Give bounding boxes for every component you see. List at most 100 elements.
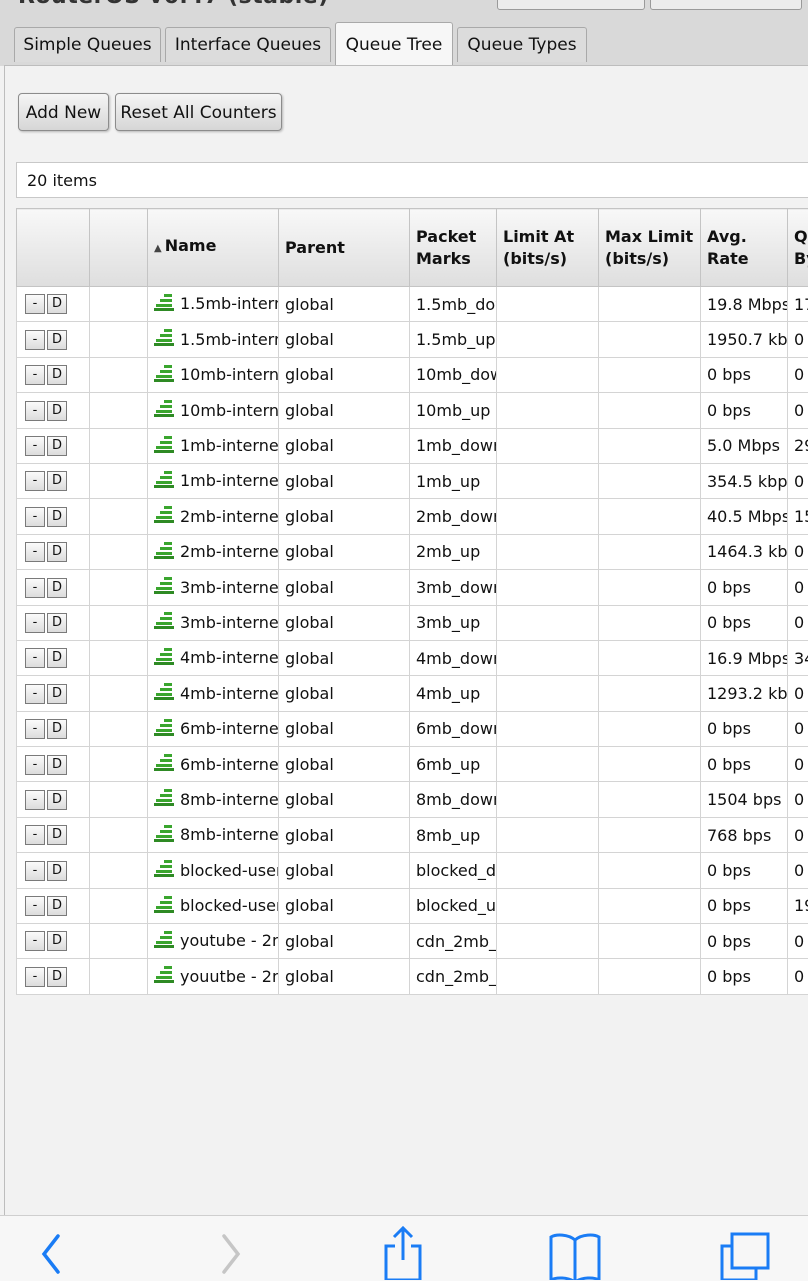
disable-button[interactable]: D (47, 330, 67, 350)
queue-name[interactable]: 4mb-internet (180, 684, 279, 703)
remove-button[interactable]: - (25, 790, 45, 810)
queue-name[interactable]: 1mb-internet (180, 436, 279, 455)
table-row[interactable]: -D1.5mb-internetglobal1.5mb_down19.8 Mbp… (17, 287, 808, 322)
disable-button[interactable]: D (47, 436, 67, 456)
table-row[interactable]: -Dyoutube - 2mbglobalcdn_2mb_down0 bps0 (17, 924, 808, 959)
table-row[interactable]: -D6mb-internetglobal6mb_down0 bps0 (17, 711, 808, 746)
disable-button[interactable]: D (47, 471, 67, 491)
table-row[interactable]: -D10mb-internetglobal10mb_up0 bps0 (17, 393, 808, 428)
disable-button[interactable]: D (47, 967, 67, 987)
top-button-1[interactable] (497, 0, 645, 10)
table-row[interactable]: -D8mb-internetglobal8mb_down1504 bps0 (17, 782, 808, 817)
tab-queue-types[interactable]: Queue Types (457, 27, 587, 62)
table-row[interactable]: -D3mb-internetglobal3mb_up0 bps0 (17, 605, 808, 640)
table-row[interactable]: -D3mb-internetglobal3mb_down0 bps0 (17, 570, 808, 605)
disable-button[interactable]: D (47, 790, 67, 810)
remove-button[interactable]: - (25, 294, 45, 314)
remove-button[interactable]: - (25, 542, 45, 562)
queue-name[interactable]: blocked-users (180, 896, 279, 915)
forward-arrow-icon[interactable] (216, 1232, 246, 1276)
remove-button[interactable]: - (25, 401, 45, 421)
remove-button[interactable]: - (25, 684, 45, 704)
disable-button[interactable]: D (47, 613, 67, 633)
queue-name[interactable]: 6mb-internet (180, 755, 279, 774)
table-row[interactable]: -D1.5mb-internetglobal1.5mb_up1950.7 kbp… (17, 322, 808, 357)
back-arrow-icon[interactable] (36, 1232, 66, 1276)
top-button-2[interactable] (650, 0, 802, 10)
queue-name[interactable]: blocked-users (180, 861, 279, 880)
disable-button[interactable]: D (47, 931, 67, 951)
disable-button[interactable]: D (47, 896, 67, 916)
disable-button[interactable]: D (47, 507, 67, 527)
table-row[interactable]: -D4mb-internetglobal4mb_down16.9 Mbps34 (17, 640, 808, 675)
tab-interface-queues[interactable]: Interface Queues (165, 27, 331, 62)
remove-button[interactable]: - (25, 578, 45, 598)
disable-button[interactable]: D (47, 294, 67, 314)
table-row[interactable]: -D10mb-internetglobal10mb_down0 bps0 (17, 357, 808, 392)
remove-button[interactable]: - (25, 613, 45, 633)
col-name-header[interactable]: ▲Name (148, 209, 279, 287)
bookmarks-icon[interactable] (548, 1232, 602, 1280)
table-row[interactable]: -D2mb-internetglobal2mb_up1464.3 kbps0 (17, 534, 808, 569)
disable-button[interactable]: D (47, 542, 67, 562)
disable-button[interactable]: D (47, 719, 67, 739)
table-row[interactable]: -D4mb-internetglobal4mb_up1293.2 kbps0 (17, 676, 808, 711)
table-row[interactable]: -D6mb-internetglobal6mb_up0 bps0 (17, 747, 808, 782)
disable-button[interactable]: D (47, 861, 67, 881)
remove-button[interactable]: - (25, 896, 45, 916)
disable-button[interactable]: D (47, 755, 67, 775)
col-limit-at-header[interactable]: Limit At (bits/s) (497, 209, 599, 287)
tabs-icon[interactable] (718, 1232, 772, 1280)
remove-button[interactable]: - (25, 861, 45, 881)
remove-button[interactable]: - (25, 825, 45, 845)
remove-button[interactable]: - (25, 365, 45, 385)
queue-name[interactable]: 1.5mb-internet (180, 330, 279, 349)
disable-button[interactable]: D (47, 684, 67, 704)
disable-button[interactable]: D (47, 401, 67, 421)
remove-button[interactable]: - (25, 719, 45, 739)
table-row[interactable]: -D1mb-internetglobal1mb_up354.5 kbps0 (17, 463, 808, 498)
queue-name[interactable]: 3mb-internet (180, 578, 279, 597)
disable-button[interactable]: D (47, 578, 67, 598)
remove-button[interactable]: - (25, 507, 45, 527)
table-row[interactable]: -D1mb-internetglobal1mb_down5.0 Mbps29 (17, 428, 808, 463)
col-avg-rate-header[interactable]: Avg. Rate (701, 209, 788, 287)
queue-name[interactable]: youutbe - 2mb (180, 967, 279, 986)
disable-button[interactable]: D (47, 825, 67, 845)
queue-name[interactable]: 8mb-internet (180, 825, 279, 844)
queue-name[interactable]: 8mb-internet (180, 790, 279, 809)
queue-name[interactable]: 1.5mb-internet (180, 294, 279, 313)
queue-name[interactable]: 1mb-internet (180, 471, 279, 490)
table-row[interactable]: -D8mb-internetglobal8mb_up768 bps0 (17, 817, 808, 852)
remove-button[interactable]: - (25, 755, 45, 775)
reset-all-counters-button[interactable]: Reset All Counters (115, 93, 282, 131)
remove-button[interactable]: - (25, 931, 45, 951)
table-row[interactable]: -Dyouutbe - 2mbglobalcdn_2mb_up0 bps0 (17, 959, 808, 994)
queue-name[interactable]: 2mb-internet (180, 507, 279, 526)
tab-simple-queues[interactable]: Simple Queues (14, 27, 161, 62)
remove-button[interactable]: - (25, 967, 45, 987)
table-row[interactable]: -D2mb-internetglobal2mb_down40.5 Mbps15 (17, 499, 808, 534)
remove-button[interactable]: - (25, 471, 45, 491)
table-row[interactable]: -Dblocked-usersglobalblocked_up0 bps19 (17, 888, 808, 923)
queue-name[interactable]: 10mb-internet (180, 365, 279, 384)
queue-name[interactable]: 6mb-internet (180, 719, 279, 738)
disable-button[interactable]: D (47, 365, 67, 385)
col-queued-bytes-header[interactable]: Queued Bytes (788, 209, 808, 287)
col-packet-marks-header[interactable]: Packet Marks (410, 209, 497, 287)
queue-name[interactable]: 4mb-internet (180, 648, 279, 667)
share-icon[interactable] (381, 1226, 425, 1280)
tab-queue-tree[interactable]: Queue Tree (335, 22, 453, 66)
queue-name[interactable]: youtube - 2mb (180, 931, 279, 950)
queue-name[interactable]: 3mb-internet (180, 613, 279, 632)
add-new-button[interactable]: Add New (18, 93, 109, 131)
remove-button[interactable]: - (25, 648, 45, 668)
disable-button[interactable]: D (47, 648, 67, 668)
table-row[interactable]: -Dblocked-usersglobalblocked_down0 bps0 (17, 853, 808, 888)
col-max-limit-header[interactable]: Max Limit (bits/s) (599, 209, 701, 287)
queue-name[interactable]: 2mb-internet (180, 542, 279, 561)
remove-button[interactable]: - (25, 436, 45, 456)
queue-name[interactable]: 10mb-internet (180, 401, 279, 420)
col-parent-header[interactable]: Parent (279, 209, 410, 287)
remove-button[interactable]: - (25, 330, 45, 350)
